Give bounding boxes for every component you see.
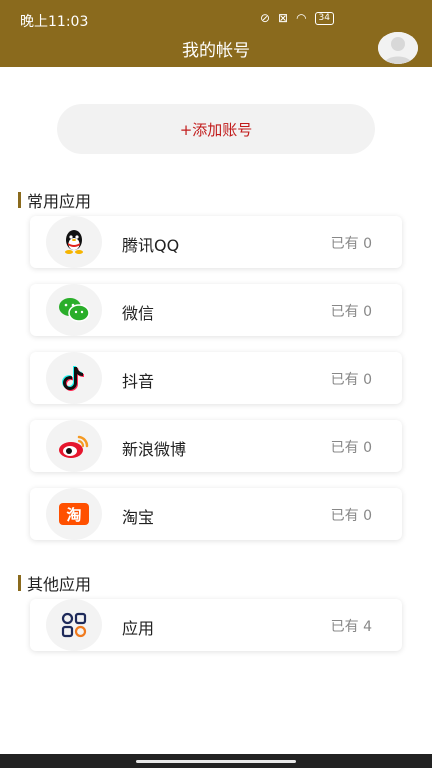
app-header: 晚上11:03 ⊘ ⊠ ◠ 34 我的帐号: [0, 0, 432, 67]
app-name: 微信: [122, 304, 155, 323]
apps-icon: [46, 599, 102, 651]
battery-icon: 34: [314, 11, 334, 25]
app-name: 新浪微博: [122, 440, 187, 459]
section-marker: [18, 575, 21, 591]
avatar[interactable]: [378, 32, 418, 64]
page-title: 我的帐号: [182, 41, 250, 61]
wifi-icon: ◠: [296, 11, 307, 25]
add-account-button[interactable]: +添加账号: [57, 104, 375, 154]
app-card-weibo[interactable]: 新浪微博 已有 0: [30, 420, 402, 472]
app-card-douyin[interactable]: 抖音 已有 0: [30, 352, 402, 404]
mute-icon: ⊘: [259, 11, 270, 25]
status-time: 晚上11:03: [20, 14, 89, 30]
app-card-wechat[interactable]: 微信 已有 0: [30, 284, 402, 336]
account-count: 已有 0: [330, 304, 372, 320]
section-title-other: 其他应用: [18, 571, 91, 595]
no-sim-icon: ⊠: [278, 11, 289, 25]
status-icons: ⊘ ⊠ ◠ 34: [260, 11, 334, 25]
user-avatar-icon: [378, 32, 418, 64]
app-name: 淘宝: [122, 508, 155, 527]
app-name: 抖音: [122, 372, 155, 391]
app-name: 腾讯QQ: [122, 236, 180, 255]
wechat-icon: [46, 284, 102, 336]
app-card-apps[interactable]: 应用 已有 4: [30, 599, 402, 651]
home-indicator[interactable]: [136, 760, 296, 763]
weibo-icon: [46, 420, 102, 472]
app-name: 应用: [122, 619, 155, 638]
qq-icon: [46, 216, 102, 268]
douyin-icon: [46, 352, 102, 404]
account-count: 已有 0: [330, 508, 372, 524]
section-title-common: 常用应用: [18, 188, 91, 212]
account-count: 已有 0: [330, 236, 372, 252]
taobao-icon: 淘: [46, 488, 102, 540]
app-card-taobao[interactable]: 淘 淘宝 已有 0: [30, 488, 402, 540]
account-count: 已有 0: [330, 372, 372, 388]
account-count: 已有 4: [330, 619, 372, 635]
app-card-qq[interactable]: 腾讯QQ 已有 0: [30, 216, 402, 268]
svg-text:淘: 淘: [65, 506, 81, 524]
section-marker: [18, 192, 21, 208]
account-count: 已有 0: [330, 440, 372, 456]
